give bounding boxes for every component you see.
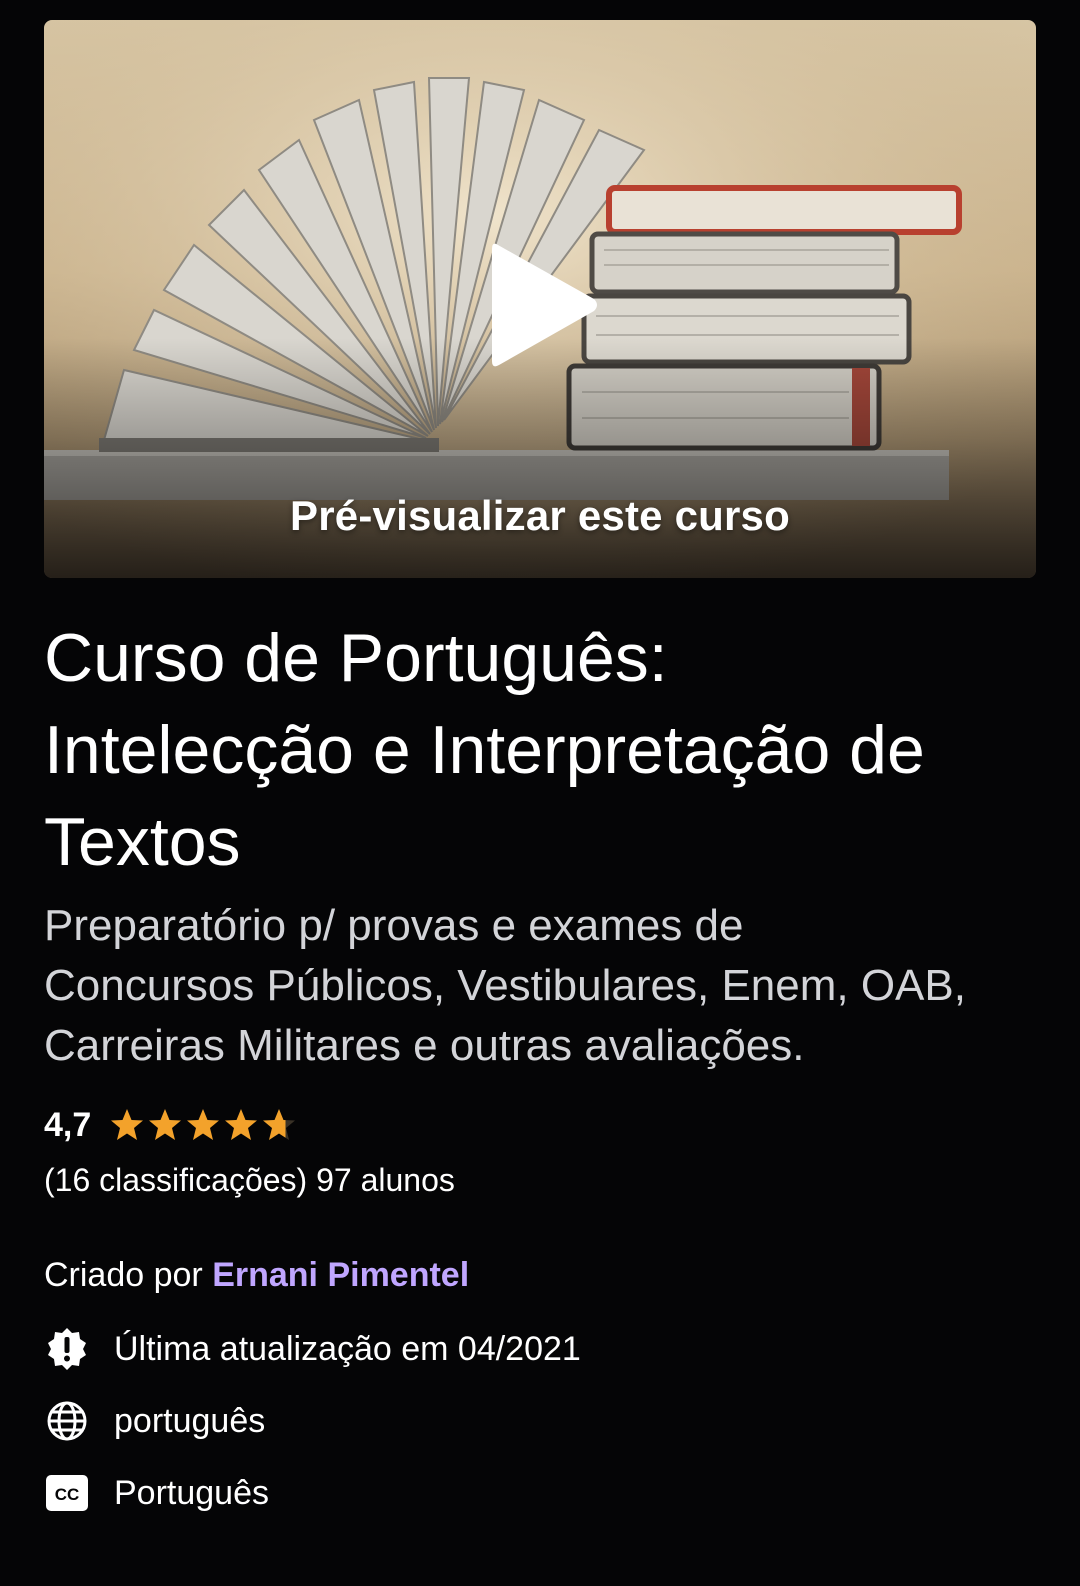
course-title-line: Textos: [44, 804, 241, 880]
globe-icon: [44, 1398, 90, 1444]
star-rating: [109, 1107, 299, 1143]
course-subtitle: Preparatório p/ provas e exames de Concu…: [44, 896, 1054, 1076]
play-icon[interactable]: [484, 235, 604, 375]
last-updated-row: Última atualização em 04/2021: [44, 1326, 581, 1372]
course-subtitle-line: Carreiras Militares e outras avaliações.: [44, 1021, 805, 1070]
course-page: Pré-visualizar este curso Curso de Portu…: [0, 0, 1080, 1586]
course-title-line: Intelecção e Interpretação de: [44, 712, 925, 788]
language-text: português: [114, 1401, 266, 1440]
course-title-line: Curso de Português:: [44, 620, 668, 696]
rating-value: 4,7: [44, 1105, 92, 1144]
star-icon: [225, 1109, 258, 1140]
language-row: português: [44, 1398, 265, 1444]
course-title: Curso de Português: Intelecção e Interpr…: [44, 612, 1044, 888]
star-icon: [263, 1109, 296, 1140]
creator-prefix: Criado por: [44, 1256, 203, 1294]
alert-badge-icon: [44, 1326, 90, 1372]
students-count: 97 alunos: [316, 1162, 455, 1198]
course-preview-video[interactable]: Pré-visualizar este curso: [44, 20, 1036, 578]
closed-captions-icon: CC: [44, 1470, 90, 1516]
creator-link[interactable]: Ernani Pimentel: [212, 1256, 469, 1294]
captions-text: Português: [114, 1473, 269, 1512]
captions-row: CC Português: [44, 1470, 269, 1516]
rating-row: 4,7: [44, 1100, 299, 1150]
ratings-count[interactable]: (16 classificações): [44, 1162, 307, 1198]
svg-text:CC: CC: [55, 1485, 80, 1504]
rating-stats: (16 classificações) 97 alunos: [44, 1162, 455, 1199]
star-icon: [187, 1109, 220, 1140]
star-icon: [149, 1109, 182, 1140]
star-icon: [111, 1109, 144, 1140]
preview-label[interactable]: Pré-visualizar este curso: [44, 492, 1036, 540]
last-updated-text: Última atualização em 04/2021: [114, 1329, 581, 1368]
course-subtitle-line: Concursos Públicos, Vestibulares, Enem, …: [44, 961, 966, 1010]
course-subtitle-line: Preparatório p/ provas e exames de: [44, 901, 744, 950]
creator-line: Criado por Ernani Pimentel: [44, 1256, 469, 1295]
